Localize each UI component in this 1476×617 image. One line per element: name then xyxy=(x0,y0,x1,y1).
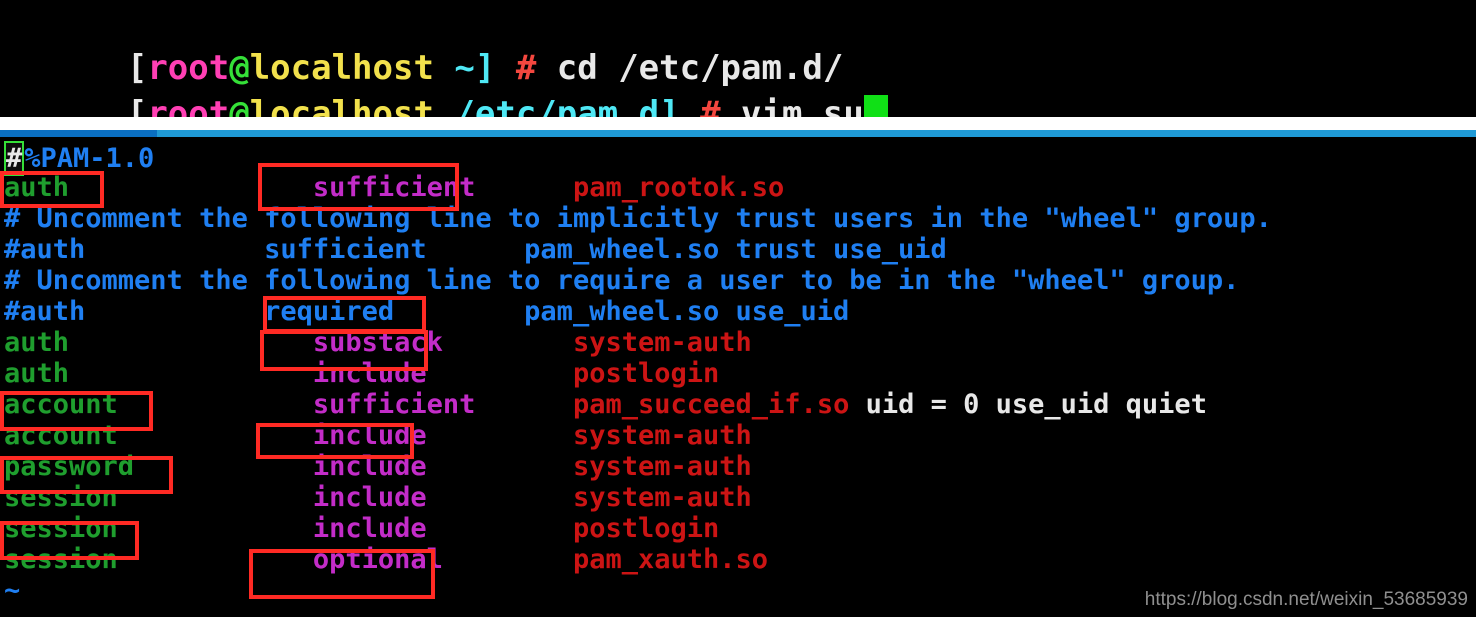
editor-line-6[interactable]: #auth required pam_wheel.so use_uid xyxy=(4,296,849,327)
editor-line-11[interactable]: password include system-auth xyxy=(4,451,752,482)
vim-empty-line-marker: ~ xyxy=(4,575,21,606)
editor-line-7-module: system-auth xyxy=(572,327,752,358)
editor-line-9-args: uid = 0 use_uid quiet xyxy=(849,389,1207,420)
editor-line-9-pad1 xyxy=(118,389,313,420)
editor-line-14-type: session xyxy=(4,544,118,575)
editor-line-14-control: optional xyxy=(312,544,443,575)
editor-line-5-text: # Uncomment the following line to requir… xyxy=(4,265,1240,296)
editor-line-9-type: account xyxy=(4,389,118,420)
prompt-at-symbol-2: @ xyxy=(229,94,250,117)
editor-line-5[interactable]: # Uncomment the following line to requir… xyxy=(4,265,1239,296)
terminal-command-2: vim su xyxy=(720,94,864,117)
editor-line-12-pad2 xyxy=(427,482,573,513)
prompt-space-3 xyxy=(434,94,454,117)
editor-line-2-module: pam_rootok.so xyxy=(572,172,785,203)
terminal-shell-pane: [root@localhost ~] # cd /etc/pam.d/ [roo… xyxy=(0,0,1476,117)
prompt-path-2: /etc/pam.d] xyxy=(454,94,680,117)
editor-line-8-pad1 xyxy=(69,358,313,389)
editor-line-7-type: auth xyxy=(4,327,70,358)
editor-line-3-text: # Uncomment the following line to implic… xyxy=(4,203,1272,234)
editor-line-4[interactable]: #auth sufficient pam_wheel.so trust use_… xyxy=(4,234,947,265)
editor-line-11-control: include xyxy=(312,451,427,482)
editor-line-1-text: %PAM-1.0 xyxy=(24,143,155,174)
prompt-bracket-open-2: [ xyxy=(126,94,148,117)
editor-line-10[interactable]: account include system-auth xyxy=(4,420,752,451)
editor-line-15: ~ xyxy=(4,575,20,606)
editor-line-7-control: substack xyxy=(312,327,443,358)
prompt-hash-symbol-2: # xyxy=(700,94,721,117)
editor-line-2-control: sufficient xyxy=(312,172,476,203)
editor-line-12-control: include xyxy=(312,482,427,513)
editor-top-strip xyxy=(0,130,1476,137)
editor-line-2-type: auth xyxy=(4,172,70,203)
editor-line-13-module: postlogin xyxy=(572,513,720,544)
editor-line-11-pad1 xyxy=(134,451,313,482)
editor-line-13-control: include xyxy=(312,513,427,544)
editor-line-10-control: include xyxy=(312,420,427,451)
editor-line-9-module: pam_succeed_if.so xyxy=(572,389,850,420)
editor-line-12-pad1 xyxy=(118,482,313,513)
editor-line-13-type: session xyxy=(4,513,118,544)
editor-line-8-module: postlogin xyxy=(572,358,720,389)
editor-line-7[interactable]: auth substack system-auth xyxy=(4,327,752,358)
editor-line-9[interactable]: account sufficient pam_succeed_if.so uid… xyxy=(4,389,1207,420)
editor-line-9-pad2 xyxy=(475,389,573,420)
editor-line-11-module: system-auth xyxy=(572,451,752,482)
editor-line-12-module: system-auth xyxy=(572,482,752,513)
editor-line-8-pad2 xyxy=(427,358,573,389)
prompt-space-4 xyxy=(680,94,700,117)
editor-line-8-control: include xyxy=(312,358,427,389)
editor-line-11-pad2 xyxy=(427,451,573,482)
editor-line-7-pad1 xyxy=(69,327,313,358)
editor-line-2[interactable]: auth sufficient pam_rootok.so xyxy=(4,172,784,203)
vim-cursor: # xyxy=(4,141,25,176)
editor-line-1[interactable]: #%PAM-1.0 xyxy=(4,141,154,176)
terminal-prompt-line-2: [root@localhost /etc/pam.d] # vim su xyxy=(4,48,888,117)
editor-line-13-pad2 xyxy=(427,513,573,544)
watermark-text: https://blog.csdn.net/weixin_53685939 xyxy=(1144,589,1468,610)
editor-line-11-type: password xyxy=(4,451,135,482)
prompt-hostname-2: localhost xyxy=(249,94,434,117)
vim-editor-pane[interactable]: #%PAM-1.0 auth sufficient pam_rootok.so … xyxy=(0,137,1476,617)
editor-line-10-type: account xyxy=(4,420,118,451)
editor-line-13-pad1 xyxy=(118,513,313,544)
editor-line-14[interactable]: session optional pam_xauth.so xyxy=(4,544,768,575)
editor-line-4-text: #auth sufficient pam_wheel.so trust use_… xyxy=(4,234,947,265)
editor-line-7-pad2 xyxy=(443,327,573,358)
editor-line-13[interactable]: session include postlogin xyxy=(4,513,719,544)
editor-line-8-type: auth xyxy=(4,358,70,389)
editor-line-9-control: sufficient xyxy=(312,389,476,420)
editor-line-10-module: system-auth xyxy=(572,420,752,451)
editor-line-2-pad2 xyxy=(475,172,573,203)
editor-line-12[interactable]: session include system-auth xyxy=(4,482,752,513)
editor-line-14-pad2 xyxy=(443,544,573,575)
editor-line-3[interactable]: # Uncomment the following line to implic… xyxy=(4,203,1272,234)
prompt-user-2: root xyxy=(147,94,230,117)
editor-line-2-pad1 xyxy=(69,172,313,203)
terminal-cursor xyxy=(863,95,888,117)
editor-line-10-pad2 xyxy=(427,420,573,451)
editor-line-10-pad1 xyxy=(118,420,313,451)
editor-top-strip-progress xyxy=(0,130,157,137)
editor-line-6-text: #auth required pam_wheel.so use_uid xyxy=(4,296,850,327)
screen-root: [root@localhost ~] # cd /etc/pam.d/ [roo… xyxy=(0,0,1476,617)
editor-line-8[interactable]: auth include postlogin xyxy=(4,358,719,389)
editor-line-14-module: pam_xauth.so xyxy=(572,544,769,575)
editor-line-14-pad1 xyxy=(118,544,313,575)
editor-line-12-type: session xyxy=(4,482,118,513)
